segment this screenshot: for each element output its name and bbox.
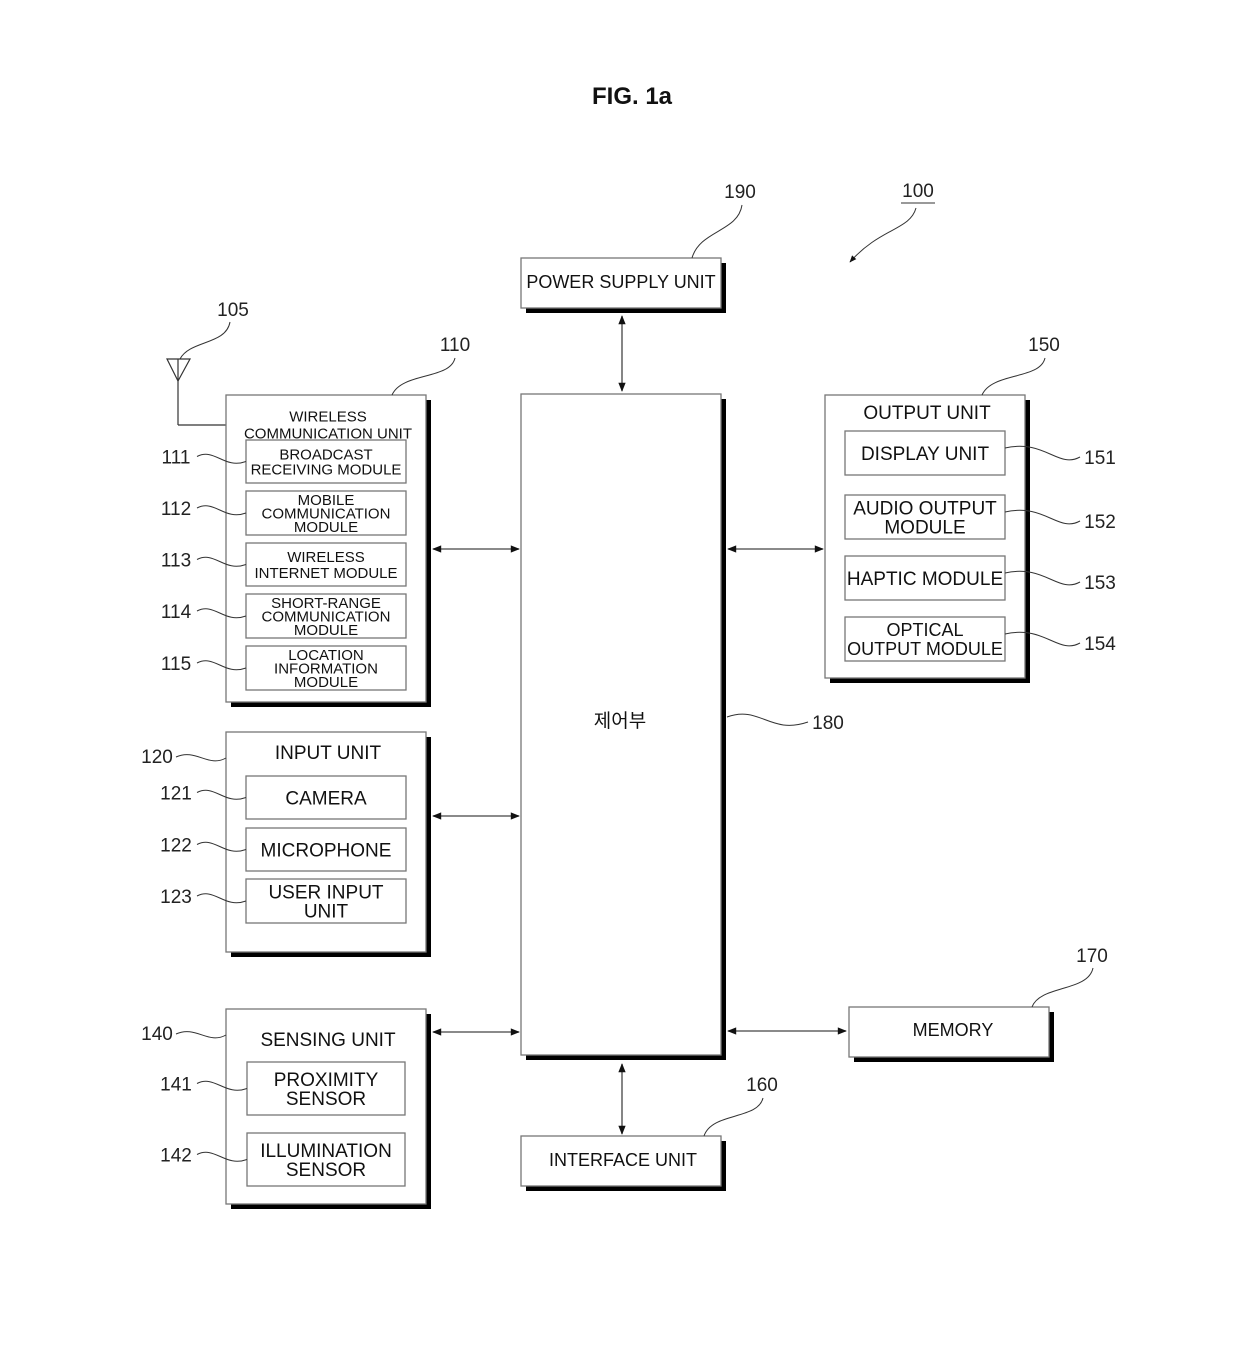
module-121: CAMERA 121 xyxy=(160,775,407,820)
module-113: WIRELESSINTERNET MODULE 113 xyxy=(161,542,407,587)
module-label: WIRELESS xyxy=(287,549,365,566)
sensing-ref: 140 xyxy=(141,1024,173,1045)
module-label: MODULE xyxy=(294,519,358,536)
module-153: HAPTIC MODULE 153 xyxy=(844,555,1116,601)
module-ref: 153 xyxy=(1084,573,1116,594)
controller-ref: 180 xyxy=(812,713,844,734)
module-label: RECEIVING MODULE xyxy=(251,461,402,478)
output-ref: 150 xyxy=(1028,335,1060,356)
output-unit: OUTPUT UNIT 150 DISPLAY UNIT 151 AUDIO OUTPU… xyxy=(824,335,1116,683)
power-supply-ref: 190 xyxy=(724,182,756,203)
module-ref: 111 xyxy=(162,448,191,469)
sensing-unit: SENSING UNIT140PROXIMITYSENSOR141ILLUMIN… xyxy=(141,1008,431,1209)
module-141: PROXIMITYSENSOR 141 xyxy=(160,1061,406,1116)
memory-label: MEMORY xyxy=(913,1020,994,1040)
module-ref: 152 xyxy=(1084,512,1116,533)
sensing-leader xyxy=(175,1031,227,1039)
module-ref: 112 xyxy=(161,499,191,520)
module-label: MODULE xyxy=(294,622,358,639)
antenna-ref: 105 xyxy=(217,300,249,321)
module-ref: 123 xyxy=(160,887,192,908)
module-label: MODULE xyxy=(884,517,965,538)
module-123: USER INPUTUNIT 123 xyxy=(160,878,407,924)
module-152: AUDIO OUTPUTMODULE 152 xyxy=(844,494,1116,540)
module-label: SENSOR xyxy=(286,1160,366,1181)
module-ref: 141 xyxy=(160,1075,192,1096)
module-ref: 114 xyxy=(161,602,192,623)
interface-label: INTERFACE UNIT xyxy=(549,1150,697,1170)
controller-leader xyxy=(726,713,809,726)
controller-label: 제어부 xyxy=(594,710,646,732)
module-ref: 115 xyxy=(161,654,191,675)
module-label: CAMERA xyxy=(285,788,367,809)
module-ref: 142 xyxy=(160,1146,192,1167)
wireless-ref: 110 xyxy=(440,335,470,356)
module-label: MICROPHONE xyxy=(261,840,392,861)
module-154: OPTICALOUTPUT MODULE 154 xyxy=(844,616,1116,662)
block-diagram: FIG. 1a 100 105 POWER SUPPLY UNIT 190 제어… xyxy=(141,83,1116,1209)
module-115: LOCATIONINFORMATIONMODULE115 xyxy=(161,645,407,691)
module-ref: 121 xyxy=(160,784,192,805)
figure-title: FIG. 1a xyxy=(592,83,673,110)
module-122: MICROPHONE 122 xyxy=(160,827,407,872)
power-supply-label: POWER SUPPLY UNIT xyxy=(526,272,715,292)
output-label: OUTPUT UNIT xyxy=(863,403,991,424)
module-label: AUDIO OUTPUT xyxy=(853,498,997,519)
module-112: MOBILECOMMUNICATIONMODULE112 xyxy=(161,490,407,536)
wireless-leader xyxy=(391,357,456,396)
power-supply-leader xyxy=(691,204,743,259)
interface-ref: 160 xyxy=(746,1075,778,1096)
device-ref-number: 100 xyxy=(902,181,934,202)
module-111: BROADCASTRECEIVING MODULE111 xyxy=(162,439,407,484)
module-ref: 122 xyxy=(160,836,192,857)
power-supply-unit: POWER SUPPLY UNIT 190 xyxy=(520,182,756,313)
module-ref: 154 xyxy=(1084,634,1116,655)
device-ref-arrow-icon xyxy=(849,207,917,263)
module-label: MODULE xyxy=(294,674,358,691)
controller-unit: 제어부 180 xyxy=(520,393,844,1060)
input-label: INPUT UNIT xyxy=(275,743,382,764)
input-ref: 120 xyxy=(141,747,173,768)
module-label: HAPTIC MODULE xyxy=(847,569,1003,590)
input-unit: INPUT UNIT 120 CAMERA 121 MICROPHONE 122 USER … xyxy=(141,731,431,957)
module-label: ILLUMINATION xyxy=(260,1141,392,1162)
module-label: PROXIMITY xyxy=(274,1070,379,1091)
output-leader xyxy=(981,357,1046,396)
memory-ref: 170 xyxy=(1076,946,1108,967)
module-142: ILLUMINATIONSENSOR 142 xyxy=(160,1132,406,1187)
interface-unit: INTERFACE UNIT 160 xyxy=(520,1075,778,1191)
wireless-label: WIRELESS xyxy=(289,408,367,425)
module-label: OPTICAL xyxy=(886,620,963,640)
module-label: INTERNET MODULE xyxy=(254,565,397,582)
module-label: OUTPUT MODULE xyxy=(847,639,1003,659)
module-ref: 113 xyxy=(161,551,191,572)
antenna-ref-leader xyxy=(179,321,231,360)
memory-unit: MEMORY 170 xyxy=(848,946,1108,1062)
module-151: DISPLAY UNIT 151 xyxy=(844,430,1116,476)
module-label: UNIT xyxy=(304,901,349,922)
module-label: SENSOR xyxy=(286,1089,366,1110)
device-reference: 100 xyxy=(849,181,935,263)
sensing-label: SENSING UNIT xyxy=(260,1030,396,1051)
module-label: DISPLAY UNIT xyxy=(861,444,990,465)
interface-leader xyxy=(703,1097,764,1137)
memory-leader xyxy=(1031,967,1094,1008)
module-114: SHORT-RANGECOMMUNICATIONMODULE114 xyxy=(161,593,407,639)
module-ref: 151 xyxy=(1084,448,1116,469)
wireless-unit: WIRELESSCOMMUNICATION UNIT110BROADCASTRE… xyxy=(161,335,470,707)
input-leader xyxy=(175,754,227,762)
module-label: USER INPUT xyxy=(268,882,383,903)
